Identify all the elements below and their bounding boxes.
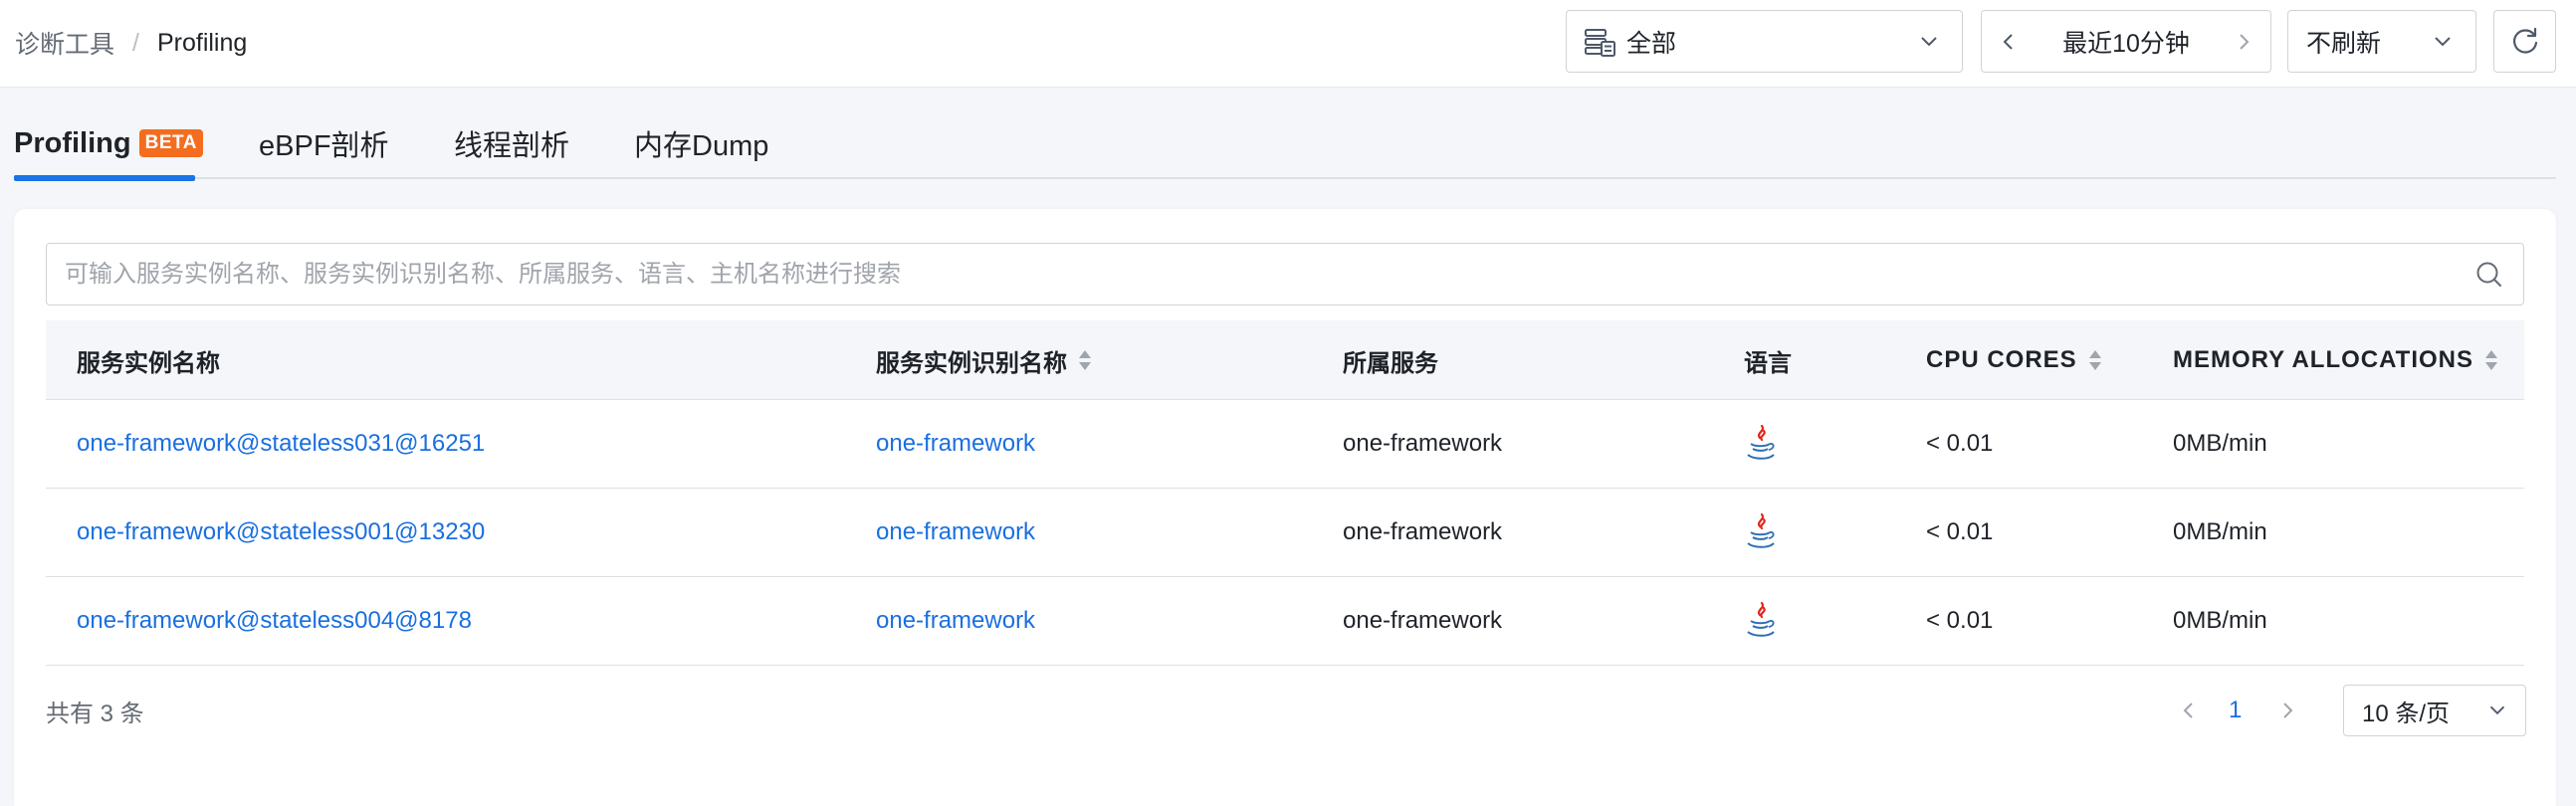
total-count: 共有 3 条 bbox=[46, 700, 144, 727]
page-size-select[interactable]: 10 条/页 bbox=[2343, 685, 2526, 736]
tab-profiling[interactable]: Profiling BETA bbox=[14, 107, 203, 181]
chevron-down-icon bbox=[2435, 36, 2451, 46]
column-header-service: 所属服务 bbox=[1343, 320, 1438, 400]
search-box bbox=[46, 243, 2524, 305]
chevron-right-icon[interactable] bbox=[2274, 698, 2300, 723]
sort-icon[interactable] bbox=[2087, 347, 2103, 373]
auto-refresh-select[interactable]: 不刷新 bbox=[2287, 10, 2476, 73]
database-list-icon bbox=[1585, 28, 1615, 57]
tab-bar: Profiling BETA eBPF剖析 线程剖析 内存Dump bbox=[14, 107, 2556, 181]
java-icon bbox=[1747, 424, 1775, 460]
search-input[interactable] bbox=[47, 244, 2473, 304]
memory-allocations-cell: 0MB/min bbox=[2173, 607, 2267, 634]
pagination-bar: 共有 3 条 1 10 条/页 bbox=[46, 685, 2526, 736]
table-row: one-framework@stateless001@13230 one-fra… bbox=[46, 489, 2524, 577]
java-icon bbox=[1747, 512, 1775, 548]
tab-ebpf[interactable]: eBPF剖析 bbox=[259, 107, 389, 179]
column-header-label: CPU CORES bbox=[1926, 346, 2077, 373]
service-cell: one-framework bbox=[1343, 518, 1503, 545]
cpu-cores-cell: < 0.01 bbox=[1926, 430, 1994, 457]
column-header-label: 所属服务 bbox=[1343, 349, 1438, 377]
column-header-label: MEMORY ALLOCATIONS bbox=[2173, 346, 2473, 373]
sort-icon[interactable] bbox=[2483, 347, 2499, 373]
column-header-label: 服务实例识别名称 bbox=[876, 349, 1067, 377]
auto-refresh-value: 不刷新 bbox=[2306, 29, 2382, 58]
chevron-left-icon[interactable] bbox=[2176, 698, 2202, 723]
search-icon[interactable] bbox=[2473, 259, 2505, 291]
column-header-label: 服务实例名称 bbox=[77, 349, 220, 377]
instance-id-name-link[interactable]: one-framework bbox=[876, 489, 1035, 576]
cpu-cores-cell: < 0.01 bbox=[1926, 518, 1994, 545]
top-header: 诊断工具 / Profiling 全部 最近10分钟 不刷新 bbox=[0, 0, 2576, 88]
column-header-label: 语言 bbox=[1744, 349, 1792, 377]
java-icon bbox=[1747, 601, 1775, 637]
tab-thread-profiling-label: 线程剖析 bbox=[454, 130, 570, 162]
table-header: 服务实例名称 服务实例识别名称 所属服务 语言 CPU CORES MEMORY… bbox=[46, 320, 2524, 400]
scope-select[interactable]: 全部 bbox=[1566, 10, 1963, 73]
language-cell bbox=[1744, 400, 1778, 488]
service-cell: one-framework bbox=[1343, 430, 1503, 457]
memory-allocations-cell: 0MB/min bbox=[2173, 430, 2267, 457]
column-header-language: 语言 bbox=[1744, 320, 1792, 400]
language-cell bbox=[1744, 489, 1778, 576]
tab-memory-dump[interactable]: 内存Dump bbox=[634, 107, 768, 179]
tab-memory-dump-label: 内存Dump bbox=[634, 130, 769, 162]
active-tab-indicator bbox=[14, 175, 195, 181]
service-cell: one-framework bbox=[1343, 607, 1503, 634]
cpu-cores-cell: < 0.01 bbox=[1926, 607, 1994, 634]
tab-profiling-label: Profiling bbox=[14, 126, 131, 159]
refresh-icon bbox=[2512, 27, 2537, 54]
instance-name-link[interactable]: one-framework@stateless004@8178 bbox=[77, 577, 472, 665]
instance-table: 服务实例名称 服务实例识别名称 所属服务 语言 CPU CORES MEMORY… bbox=[46, 320, 2524, 666]
instance-id-name-link[interactable]: one-framework bbox=[876, 577, 1035, 665]
column-header-cpu-cores[interactable]: CPU CORES bbox=[1926, 320, 2103, 400]
language-cell bbox=[1744, 577, 1778, 665]
scope-select-value: 全部 bbox=[1626, 29, 1677, 58]
breadcrumb: 诊断工具 / Profiling bbox=[15, 0, 247, 86]
instance-name-link[interactable]: one-framework@stateless001@13230 bbox=[77, 489, 485, 576]
column-header-memory-allocations[interactable]: MEMORY ALLOCATIONS bbox=[2173, 320, 2499, 400]
table-row: one-framework@stateless004@8178 one-fram… bbox=[46, 577, 2524, 666]
breadcrumb-separator: / bbox=[132, 28, 139, 57]
instance-name-link[interactable]: one-framework@stateless031@16251 bbox=[77, 400, 485, 488]
refresh-button[interactable] bbox=[2493, 10, 2556, 73]
breadcrumb-current: Profiling bbox=[156, 28, 248, 57]
page-size-value: 10 条/页 bbox=[2362, 700, 2451, 727]
memory-allocations-cell: 0MB/min bbox=[2173, 518, 2267, 545]
time-range-picker[interactable]: 最近10分钟 bbox=[1981, 10, 2271, 73]
chevron-right-icon[interactable] bbox=[2231, 29, 2256, 55]
page-number[interactable]: 1 bbox=[2229, 685, 2242, 736]
tab-thread-profiling[interactable]: 线程剖析 bbox=[454, 107, 569, 179]
tab-ebpf-label: eBPF剖析 bbox=[259, 130, 389, 162]
breadcrumb-parent[interactable]: 诊断工具 bbox=[15, 25, 114, 61]
sort-icon[interactable] bbox=[1077, 347, 1093, 373]
column-header-instance-name: 服务实例名称 bbox=[77, 320, 220, 400]
beta-badge: BETA bbox=[138, 129, 203, 157]
chevron-down-icon bbox=[2489, 705, 2505, 715]
table-row: one-framework@stateless031@16251 one-fra… bbox=[46, 400, 2524, 489]
time-range-label[interactable]: 最近10分钟 bbox=[2022, 24, 2231, 60]
instance-id-name-link[interactable]: one-framework bbox=[876, 400, 1035, 488]
chevron-left-icon[interactable] bbox=[1996, 29, 2022, 55]
content-card: 服务实例名称 服务实例识别名称 所属服务 语言 CPU CORES bbox=[14, 209, 2556, 806]
chevron-down-icon bbox=[1921, 36, 1937, 46]
column-header-instance-id-name[interactable]: 服务实例识别名称 bbox=[876, 320, 1093, 400]
